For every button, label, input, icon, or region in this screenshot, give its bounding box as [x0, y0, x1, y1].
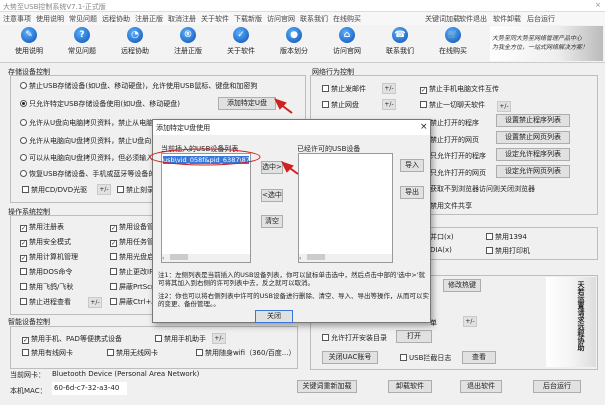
highlight-ellipse — [149, 148, 261, 166]
arrow-icon — [274, 98, 293, 114]
arrow-icon — [281, 161, 299, 175]
annotation-overlay — [149, 98, 299, 175]
